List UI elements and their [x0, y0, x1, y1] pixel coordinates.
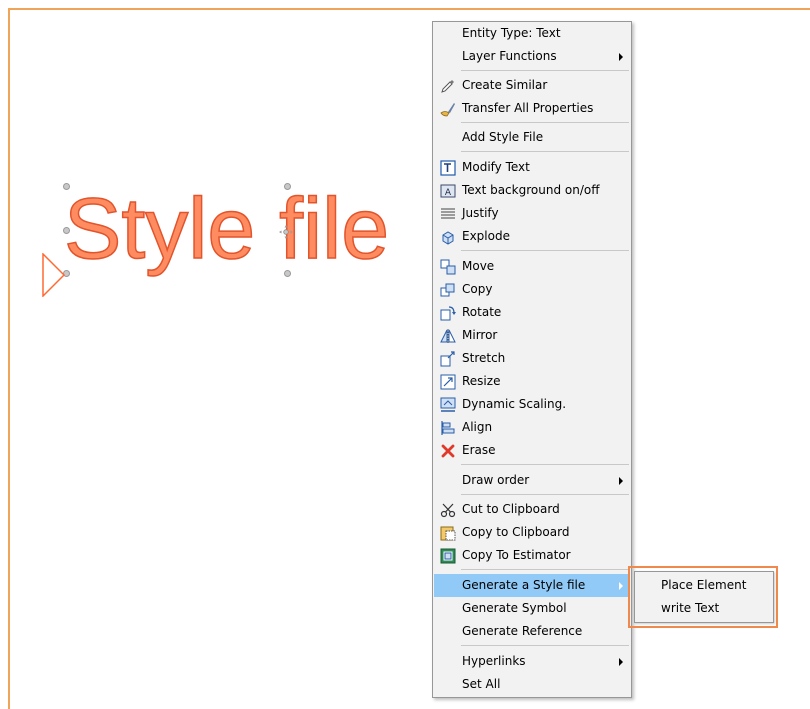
menu-item-label: Add Style File	[462, 130, 544, 144]
menu-item-entity-type: Entity Type: Text	[434, 22, 630, 45]
menu-item-erase[interactable]: Erase	[434, 439, 630, 462]
menu-item-label: Cut to Clipboard	[462, 502, 560, 516]
menu-item-set-all[interactable]: Set All	[434, 673, 630, 696]
dropper-icon	[441, 80, 454, 93]
menu-item-hyperlinks[interactable]: Hyperlinks	[434, 650, 630, 673]
menu-item-label: Layer Functions	[462, 49, 557, 63]
insertion-point-icon	[42, 253, 66, 297]
menu-item-rotate[interactable]: Rotate	[434, 301, 630, 324]
menu-item-copy-estimator[interactable]: Copy To Estimator	[434, 544, 630, 567]
menu-item-add-style-file[interactable]: Add Style File	[434, 126, 630, 149]
context-menu: Entity Type: Text Layer Functions Create…	[432, 21, 632, 698]
submenu-arrow-icon	[619, 53, 623, 61]
grip-bottom-mid[interactable]	[284, 270, 291, 277]
menu-separator	[461, 250, 629, 251]
brush-icon	[440, 103, 455, 117]
modify-text-icon	[440, 160, 456, 176]
menu-item-label: Mirror	[462, 328, 498, 342]
menu-item-label: Generate Symbol	[462, 601, 567, 615]
menu-item-transfer-properties[interactable]: Transfer All Properties	[434, 97, 630, 120]
grip-mid-left[interactable]	[63, 227, 70, 234]
mirror-icon	[440, 329, 456, 343]
menu-separator	[461, 70, 629, 71]
menu-item-dynamic-scaling[interactable]: Dynamic Scaling.	[434, 393, 630, 416]
copy-icon	[440, 283, 455, 297]
menu-item-label: Generate a Style file	[462, 578, 586, 592]
menu-item-stretch[interactable]: Stretch	[434, 347, 630, 370]
submenu-arrow-icon	[619, 658, 623, 666]
submenu-arrow-icon	[619, 582, 623, 590]
menu-item-mirror[interactable]: Mirror	[434, 324, 630, 347]
menu-item-label: Rotate	[462, 305, 502, 319]
rotate-icon	[440, 306, 456, 321]
justify-icon	[441, 208, 455, 219]
menu-item-copy-clipboard[interactable]: Copy to Clipboard	[434, 521, 630, 544]
menu-item-label: Set All	[462, 677, 501, 691]
menu-item-generate-symbol[interactable]: Generate Symbol	[434, 597, 630, 620]
grip-top-mid[interactable]	[284, 183, 291, 190]
move-icon	[440, 259, 456, 275]
menu-item-modify-text[interactable]: Modify Text	[434, 156, 630, 179]
menu-separator	[461, 151, 629, 152]
submenu-item-write-text[interactable]: write Text	[661, 597, 719, 620]
menu-item-label: Justify	[462, 206, 499, 220]
menu-item-draw-order[interactable]: Draw order	[434, 469, 630, 492]
scissors-icon	[440, 503, 456, 518]
canvas-border-top	[8, 8, 810, 10]
menu-item-generate-reference[interactable]: Generate Reference	[434, 620, 630, 643]
menu-item-explode[interactable]: Explode	[434, 225, 630, 248]
menu-item-layer-functions[interactable]: Layer Functions	[434, 45, 630, 68]
stretch-icon	[440, 351, 455, 367]
submenu-arrow-icon	[619, 477, 623, 485]
menu-item-label: Text background on/off	[462, 183, 600, 197]
menu-separator	[461, 464, 629, 465]
clipboard-icon	[440, 526, 456, 541]
menu-item-resize[interactable]: Resize	[434, 370, 630, 393]
menu-item-label: Generate Reference	[462, 624, 583, 638]
menu-item-label: Copy to Clipboard	[462, 525, 570, 539]
canvas-border-left	[8, 8, 10, 709]
resize-icon	[440, 374, 456, 390]
move-grip-icon[interactable]	[279, 225, 293, 239]
menu-item-justify[interactable]: Justify	[434, 202, 630, 225]
menu-item-label: Draw order	[462, 473, 530, 487]
menu-item-label: Dynamic Scaling.	[462, 397, 567, 411]
menu-item-text-background[interactable]: A Text background on/off	[434, 179, 630, 202]
menu-item-label: Move	[462, 259, 495, 273]
text-background-icon: A	[440, 184, 456, 198]
menu-item-generate-style-file[interactable]: Generate a Style file	[434, 574, 630, 597]
explode-icon	[442, 231, 454, 245]
submenu-item-place-element[interactable]: Place Element	[661, 574, 746, 597]
menu-item-label: Create Similar	[462, 78, 548, 92]
menu-item-align[interactable]: Align	[434, 416, 630, 439]
grip-top-left[interactable]	[63, 183, 70, 190]
menu-item-label: Resize	[462, 374, 501, 388]
menu-item-label: Align	[462, 420, 493, 434]
menu-separator	[461, 122, 629, 123]
menu-separator	[461, 569, 629, 570]
menu-item-label: Stretch	[462, 351, 506, 365]
align-icon	[441, 421, 455, 435]
menu-item-copy[interactable]: Copy	[434, 278, 630, 301]
menu-item-label: Explode	[462, 229, 510, 243]
svg-text:A: A	[445, 188, 452, 198]
menu-item-cut-clipboard[interactable]: Cut to Clipboard	[434, 498, 630, 521]
menu-item-label: Modify Text	[462, 160, 530, 174]
menu-item-move[interactable]: Move	[434, 255, 630, 278]
estimator-icon	[440, 548, 456, 564]
erase-icon	[441, 444, 455, 458]
menu-item-label: Entity Type: Text	[462, 26, 561, 40]
menu-item-label: Transfer All Properties	[462, 101, 594, 115]
menu-item-create-similar[interactable]: Create Similar	[434, 74, 630, 97]
selected-text-entity[interactable]: Style file	[63, 185, 390, 273]
menu-separator	[461, 645, 629, 646]
menu-item-label: Hyperlinks	[462, 654, 526, 668]
dynamic-scaling-icon	[440, 397, 456, 412]
menu-item-label: Copy	[462, 282, 493, 296]
style-file-submenu: Place Element write Text	[634, 571, 774, 623]
menu-item-label: Erase	[462, 443, 496, 457]
menu-item-label: Copy To Estimator	[462, 548, 571, 562]
menu-separator	[461, 494, 629, 495]
